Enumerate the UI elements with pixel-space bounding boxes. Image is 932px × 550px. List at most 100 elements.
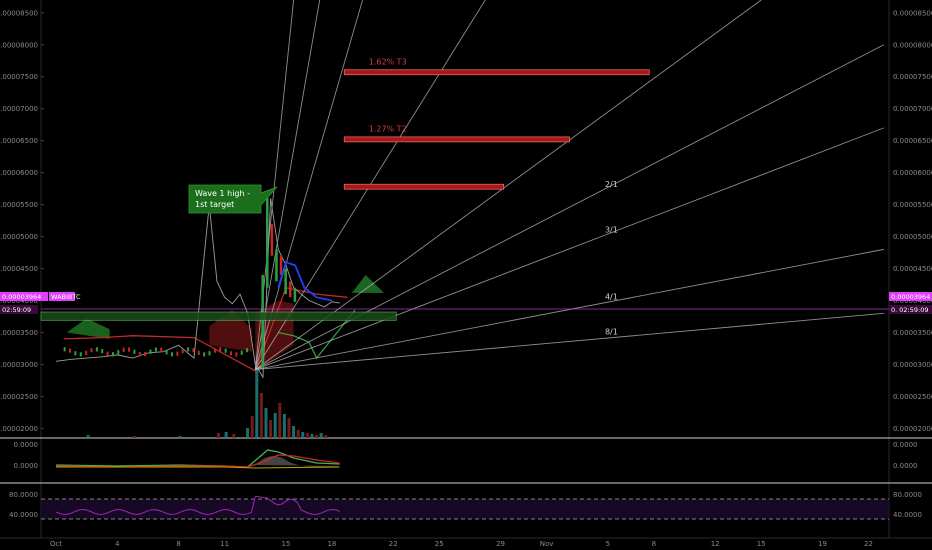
candle <box>197 350 200 355</box>
candle <box>203 352 206 357</box>
fan-label: 2/1 <box>605 180 618 189</box>
volume-bar <box>292 426 296 438</box>
left-price-tick: 0.00003500 <box>0 329 38 337</box>
volume-bar <box>282 414 286 438</box>
wave-note-line2: 1st target <box>195 200 234 209</box>
left-price-tag-text: 0.00003964 <box>2 293 41 301</box>
left-price-tick: 0.00008000 <box>0 41 38 49</box>
volume-bar <box>273 413 277 438</box>
support-zone[interactable] <box>40 311 397 321</box>
fib-target-box[interactable] <box>343 69 650 76</box>
date-axis: Oct 4 8 11 15 18 22 25 29 Nov 5 8 12 15 19 22 <box>50 540 873 548</box>
rsi-scale-bottom-right: 40.0000 <box>893 511 922 519</box>
candle <box>69 348 72 353</box>
volume-bar <box>232 434 236 438</box>
volume-bar <box>315 435 319 438</box>
candle <box>279 255 283 275</box>
left-price-tick: 0.00003000 <box>0 361 38 369</box>
macd-line <box>55 449 340 468</box>
candle <box>213 348 216 353</box>
date-tick: 18 <box>327 540 336 548</box>
candle <box>266 198 269 288</box>
right-price-tick: 0.00003500 <box>893 329 932 337</box>
volume-bar <box>319 433 323 438</box>
date-tick: 5 <box>606 540 610 548</box>
right-price-tick: 0.00008000 <box>893 41 932 49</box>
right-countdown-text: 0. 02:59:09 <box>891 306 928 314</box>
left-price-tick: 0.00006500 <box>0 137 38 145</box>
fib-target-box[interactable] <box>343 183 504 190</box>
support-zone-box[interactable] <box>40 311 397 321</box>
candle <box>240 350 243 355</box>
candle <box>246 348 249 353</box>
date-tick: Nov <box>540 540 554 548</box>
candle <box>117 350 120 355</box>
candle <box>90 348 93 353</box>
volume-bar <box>246 428 250 438</box>
macd-scale-top: 0.0000 <box>14 441 39 449</box>
right-price-tick: 0.00008500 <box>893 9 932 17</box>
volume-bar <box>178 436 182 438</box>
rsi-pane[interactable]: 80.0000 40.0000 80.0000 40.0000 <box>9 491 922 520</box>
left-price-scale: 0.00008500 0.00008000 0.00007500 0.00007000… <box>0 9 44 433</box>
macd-pane[interactable]: 0.0000 0.0000 0.0000 0.0000 <box>14 441 918 470</box>
date-tick: 25 <box>435 540 444 548</box>
candle <box>219 347 222 352</box>
volume-bar <box>310 434 314 438</box>
fan-label: 4/1 <box>605 292 618 301</box>
left-price-tick: 0.00002500 <box>0 393 38 401</box>
fib-target-label: 1.27% T2 <box>369 124 407 133</box>
right-price-tick: 0.00003000 <box>893 361 932 369</box>
candle <box>149 349 152 354</box>
candle <box>235 352 238 357</box>
candle <box>160 347 163 352</box>
symbol-tag-text: WABIBTC <box>51 293 81 301</box>
right-price-scale: 0.00008500 0.00008000 0.00007500 0.00007000… <box>893 9 932 433</box>
fib-target-box[interactable] <box>343 136 570 143</box>
left-price-tick: 0.00007000 <box>0 105 38 113</box>
fib-target-label: 1.62% T3 <box>369 57 407 66</box>
fan-label: 3/1 <box>605 226 618 235</box>
candle <box>270 223 274 256</box>
volume-bar <box>255 368 259 438</box>
date-tick: 15 <box>757 540 766 548</box>
candle <box>284 268 287 295</box>
date-tick: 19 <box>818 540 827 548</box>
rsi-scale-top-right: 80.0000 <box>893 491 922 499</box>
macd-scale-mid-right: 0.0000 <box>893 462 918 470</box>
candle <box>74 351 77 356</box>
candle <box>293 287 297 302</box>
volume-bar <box>296 430 300 438</box>
candle <box>192 348 195 353</box>
candle <box>165 350 168 355</box>
volume-bar <box>305 433 309 438</box>
candle <box>154 347 157 352</box>
volume-bar <box>278 403 282 438</box>
wabibtc-chart[interactable]: 0.00008500 0.00008000 0.00007500 0.00007000… <box>0 0 932 550</box>
rsi-scale-top: 80.0000 <box>9 491 38 499</box>
fan-label: 8/1 <box>605 328 618 337</box>
plot-area[interactable] <box>41 0 889 438</box>
candle <box>95 347 98 352</box>
volume-bar <box>132 436 136 438</box>
candle <box>144 351 147 357</box>
left-price-tick: 0.00007500 <box>0 73 38 81</box>
date-tick: 12 <box>711 540 720 548</box>
volume-bar <box>324 435 328 438</box>
right-price-tick: 0.00006000 <box>893 169 932 177</box>
candle <box>133 349 136 354</box>
date-tick: 8 <box>652 540 656 548</box>
volume-bar <box>224 432 228 438</box>
left-price-tick: 0.00002000 <box>0 425 38 433</box>
right-price-tick: 0.00006500 <box>893 137 932 145</box>
rsi-scale-bottom: 40.0000 <box>9 511 38 519</box>
candle <box>187 347 190 352</box>
volume-bar <box>269 420 273 438</box>
volume-bar <box>250 416 254 438</box>
candle <box>261 274 264 368</box>
candle <box>85 350 88 355</box>
candle <box>138 351 141 357</box>
right-price-tick: 0.00005500 <box>893 201 932 209</box>
volume-bar <box>216 433 220 438</box>
candle <box>275 249 278 282</box>
